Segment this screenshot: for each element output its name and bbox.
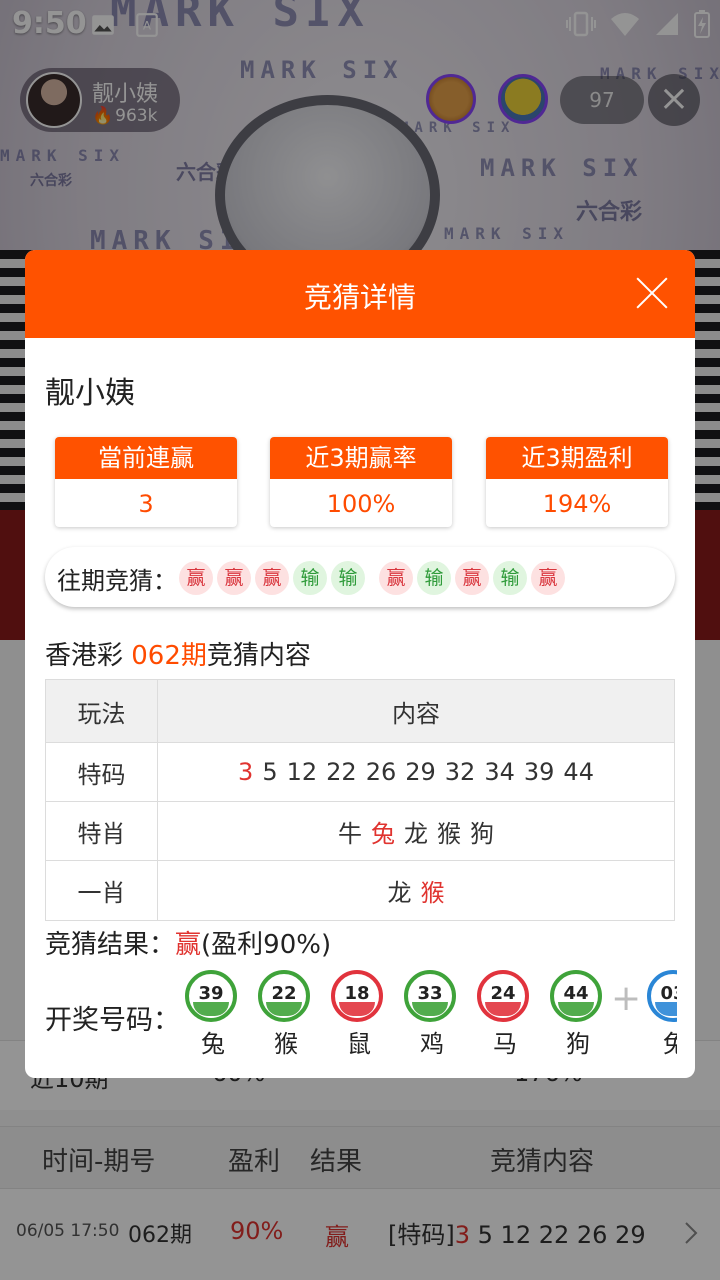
pick-hit: 兔 bbox=[371, 819, 395, 848]
guess-detail-modal: 竞猜详情 靓小姨 當前連贏 3 近3期贏率 100% 近3期盈利 194% 往期… bbox=[25, 250, 695, 1078]
stat-card-profit: 近3期盈利 194% bbox=[486, 437, 668, 527]
pick-item: 12 bbox=[286, 758, 318, 786]
lottery-ball-icon: 44 bbox=[550, 970, 602, 1022]
table-header-play: 玩法 bbox=[46, 680, 158, 742]
pick-hit: 猴 bbox=[420, 879, 445, 907]
table-cell-content: 3 5 12 22 26 29 32 34 39 44 bbox=[158, 743, 674, 801]
stat-label: 近3期贏率 bbox=[270, 437, 452, 479]
draw-ball: 03 兔 bbox=[647, 970, 677, 1058]
table-header-content: 内容 bbox=[392, 699, 440, 728]
plus-icon: + bbox=[611, 978, 642, 1019]
table-cell-play: 特码 bbox=[46, 743, 158, 801]
pick-item: 5 bbox=[262, 758, 278, 786]
ball-zodiac: 兔 bbox=[663, 1030, 677, 1058]
ball-zodiac: 马 bbox=[493, 1030, 517, 1058]
history-chip-lose: 输 bbox=[293, 561, 327, 595]
history-chip-win: 赢 bbox=[455, 561, 489, 595]
guess-result-detail: (盈利90%) bbox=[201, 930, 332, 960]
history-chip-win: 赢 bbox=[217, 561, 251, 595]
ball-zodiac: 鼠 bbox=[347, 1030, 371, 1058]
ball-number: 03 bbox=[660, 983, 677, 1004]
lottery-ball-icon: 24 bbox=[477, 970, 529, 1022]
pick-item: 44 bbox=[563, 758, 594, 786]
issue-number: 062期 bbox=[131, 641, 207, 671]
ball-zodiac: 猴 bbox=[274, 1030, 298, 1058]
pick-item: 34 bbox=[484, 758, 515, 786]
table-row: 一肖龙猴 bbox=[46, 861, 674, 920]
table-cell-play: 特肖 bbox=[46, 802, 158, 860]
stat-value: 194% bbox=[542, 490, 612, 518]
ball-zodiac: 狗 bbox=[566, 1030, 590, 1058]
history-chip-win: 赢 bbox=[379, 561, 413, 595]
table-cell-content: 龙猴 bbox=[158, 861, 674, 920]
draw-ball: 44 狗 bbox=[550, 970, 606, 1058]
pick-item: 狗 bbox=[470, 819, 494, 848]
ball-number: 18 bbox=[344, 983, 370, 1004]
pick-hit: 3 bbox=[238, 758, 254, 786]
pick-item: 39 bbox=[523, 758, 555, 786]
ball-zodiac: 兔 bbox=[201, 1030, 225, 1058]
draw-ball: 24 马 bbox=[477, 970, 533, 1058]
pick-item: 龙 bbox=[387, 879, 412, 907]
ball-number: 33 bbox=[417, 983, 443, 1004]
draw-ball: 39 兔 bbox=[185, 970, 241, 1058]
pick-item: 22 bbox=[326, 758, 357, 786]
stat-label: 近3期盈利 bbox=[486, 437, 668, 479]
stat-label: 當前連贏 bbox=[55, 437, 237, 479]
history-chip-lose: 输 bbox=[493, 561, 527, 595]
ball-number: 22 bbox=[271, 983, 297, 1004]
guess-table: 玩法 内容 特码 3 5 12 22 26 29 32 34 39 44 特肖牛兔龙猴狗一肖龙猴 bbox=[45, 679, 675, 921]
table-header-row: 玩法 内容 bbox=[46, 680, 674, 743]
modal-header: 竞猜详情 bbox=[25, 250, 695, 338]
issue-suffix: 竞猜内容 bbox=[206, 641, 311, 671]
stat-value: 3 bbox=[138, 490, 154, 518]
stat-value: 100% bbox=[326, 490, 396, 518]
lottery-ball-icon: 33 bbox=[404, 970, 456, 1022]
pick-item: 牛 bbox=[338, 819, 362, 848]
history-chip-win: 赢 bbox=[255, 561, 289, 595]
issue-prefix: 香港彩 bbox=[45, 641, 132, 671]
past-guesses: 往期竞猜： 赢赢赢输输赢输赢输赢 bbox=[45, 547, 675, 607]
lottery-ball-icon: 39 bbox=[185, 970, 237, 1022]
draw-ball: 33 鸡 bbox=[404, 970, 460, 1058]
modal-title: 竞猜详情 bbox=[303, 281, 416, 314]
stat-card-win-rate: 近3期贏率 100% bbox=[270, 437, 452, 527]
pick-item: 32 bbox=[444, 758, 476, 786]
history-chip-win: 赢 bbox=[179, 561, 213, 595]
stat-card-streak: 當前連贏 3 bbox=[55, 437, 237, 527]
draw-numbers: 39 兔 22 猴 18 鼠 33 鸡 24 马 44 狗 +03 兔 bbox=[183, 968, 677, 1058]
draw-numbers-label: 开奖号码： bbox=[45, 1005, 180, 1036]
pick-item: 龙 bbox=[404, 819, 428, 848]
pick-item: 猴 bbox=[437, 819, 461, 848]
table-cell-play: 一肖 bbox=[46, 861, 158, 920]
guess-result-value: 赢 bbox=[175, 930, 202, 960]
lottery-ball-icon: 22 bbox=[258, 970, 310, 1022]
table-row: 特码 3 5 12 22 26 29 32 34 39 44 bbox=[46, 743, 674, 802]
guess-result: 竞猜结果：赢(盈利90%) bbox=[45, 924, 331, 961]
lottery-ball-icon: 18 bbox=[331, 970, 383, 1022]
past-guesses-label: 往期竞猜： bbox=[57, 567, 177, 595]
ball-zodiac: 鸡 bbox=[420, 1030, 444, 1058]
ball-number: 39 bbox=[198, 983, 224, 1004]
table-row: 特肖牛兔龙猴狗 bbox=[46, 802, 674, 861]
pick-item: 26 bbox=[365, 758, 397, 786]
draw-ball: 22 猴 bbox=[258, 970, 314, 1058]
ball-number: 44 bbox=[563, 983, 589, 1004]
close-icon[interactable] bbox=[635, 276, 669, 310]
table-cell-content: 牛兔龙猴狗 bbox=[158, 802, 674, 860]
ball-number: 24 bbox=[490, 983, 516, 1004]
draw-ball: 18 鼠 bbox=[331, 970, 387, 1058]
lottery-ball-icon: 03 bbox=[647, 970, 677, 1022]
issue-title: 香港彩 062期竞猜内容 bbox=[45, 635, 311, 672]
guess-result-label: 竞猜结果： bbox=[45, 930, 176, 960]
history-chip-lose: 输 bbox=[417, 561, 451, 595]
history-chip-win: 赢 bbox=[531, 561, 565, 595]
host-name: 靓小姨 bbox=[45, 376, 135, 411]
history-chip-lose: 输 bbox=[331, 561, 365, 595]
pick-item: 29 bbox=[405, 758, 436, 786]
